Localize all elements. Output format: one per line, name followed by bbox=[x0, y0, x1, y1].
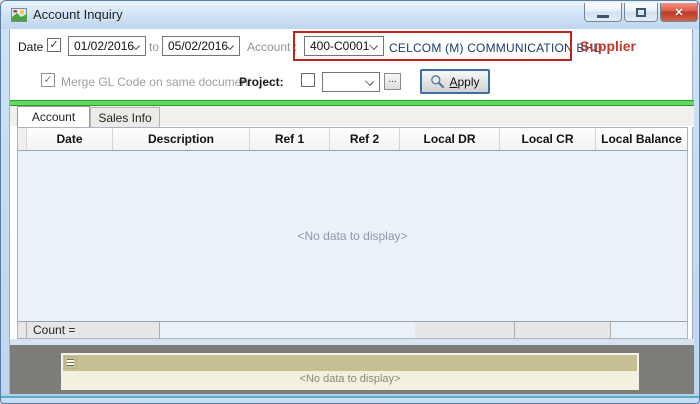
local-dr-summary-cell bbox=[415, 322, 515, 338]
chevron-down-icon bbox=[365, 77, 374, 86]
project-combo[interactable] bbox=[322, 72, 380, 92]
column-header-ref2[interactable]: Ref 2 bbox=[330, 128, 400, 150]
search-icon bbox=[430, 74, 445, 89]
account-combo[interactable]: 400-C0001 bbox=[304, 36, 384, 56]
grid-icon bbox=[64, 356, 77, 369]
project-checkbox[interactable] bbox=[301, 73, 315, 87]
detail-panel: <No data to display> bbox=[61, 353, 639, 390]
to-label: to bbox=[149, 40, 159, 54]
date-label: Date bbox=[18, 40, 43, 54]
project-label: Project: bbox=[239, 75, 284, 89]
local-balance-summary-cell bbox=[611, 322, 687, 338]
bottom-dock: <No data to display> bbox=[10, 345, 694, 394]
grid-empty-message: <No data to display> bbox=[18, 229, 687, 243]
account-label: Account : bbox=[247, 40, 297, 54]
merge-gl-label: Merge GL Code on same document bbox=[61, 75, 251, 89]
date-checkbox[interactable]: ✓ bbox=[47, 38, 61, 52]
column-header-local-dr[interactable]: Local DR bbox=[400, 128, 500, 150]
column-header-date[interactable]: Date bbox=[27, 128, 113, 150]
account-inquiry-window: Account Inquiry ✕ Date ✓ 01/02/2016 to 0… bbox=[0, 0, 700, 404]
minimize-button[interactable] bbox=[584, 3, 622, 22]
footer-spacer-cell bbox=[160, 322, 415, 338]
footer-indicator-cell bbox=[18, 322, 27, 338]
tab-sales-info[interactable]: Sales Info bbox=[90, 107, 160, 127]
titlebar[interactable]: Account Inquiry ✕ bbox=[1, 1, 700, 29]
local-cr-summary-cell bbox=[515, 322, 611, 338]
client-area: Date ✓ 01/02/2016 to 05/02/2016 Account … bbox=[9, 29, 693, 394]
grid-body: <No data to display> bbox=[18, 151, 687, 321]
merge-gl-checkbox[interactable]: ✓ bbox=[41, 73, 55, 87]
apply-button[interactable]: Apply bbox=[420, 69, 490, 94]
project-browse-button[interactable]: ... bbox=[384, 73, 401, 90]
app-icon bbox=[11, 7, 27, 23]
account-name-text: CELCOM (M) COMMUNICATION BHD bbox=[389, 41, 602, 55]
minimize-icon bbox=[597, 15, 609, 18]
row-indicator-header bbox=[18, 128, 27, 150]
apply-button-label: Apply bbox=[449, 75, 479, 89]
grid-header-row: Date Description Ref 1 Ref 2 Local DR Lo… bbox=[18, 128, 687, 151]
column-header-ref1[interactable]: Ref 1 bbox=[250, 128, 330, 150]
account-code-value: 400-C0001 bbox=[310, 39, 369, 53]
tab-bar: Account Sales Info bbox=[10, 106, 694, 127]
detail-panel-header bbox=[63, 355, 637, 371]
date-from-value: 01/02/2016 bbox=[74, 39, 134, 53]
close-button[interactable]: ✕ bbox=[660, 3, 698, 22]
window-controls: ✕ bbox=[584, 3, 698, 22]
date-to-value: 05/02/2016 bbox=[168, 39, 228, 53]
supplier-annotation-label: Supplier bbox=[580, 38, 636, 54]
count-summary-cell: Count = bbox=[27, 322, 160, 338]
maximize-button[interactable] bbox=[624, 3, 658, 22]
column-header-local-balance[interactable]: Local Balance bbox=[596, 128, 687, 150]
column-header-local-cr[interactable]: Local CR bbox=[500, 128, 596, 150]
column-header-description[interactable]: Description bbox=[113, 128, 250, 150]
date-to-combo[interactable]: 05/02/2016 bbox=[162, 36, 240, 56]
chevron-down-icon bbox=[369, 41, 378, 50]
window-bottom-frame bbox=[1, 394, 700, 404]
transactions-grid: Date Description Ref 1 Ref 2 Local DR Lo… bbox=[17, 127, 688, 339]
close-icon: ✕ bbox=[674, 6, 683, 19]
window-title: Account Inquiry bbox=[33, 1, 123, 29]
maximize-icon bbox=[636, 8, 646, 17]
tab-account[interactable]: Account bbox=[17, 106, 90, 127]
detail-panel-empty-message: <No data to display> bbox=[63, 371, 637, 388]
grid-footer-row: Count = bbox=[18, 321, 687, 338]
date-from-combo[interactable]: 01/02/2016 bbox=[68, 36, 146, 56]
